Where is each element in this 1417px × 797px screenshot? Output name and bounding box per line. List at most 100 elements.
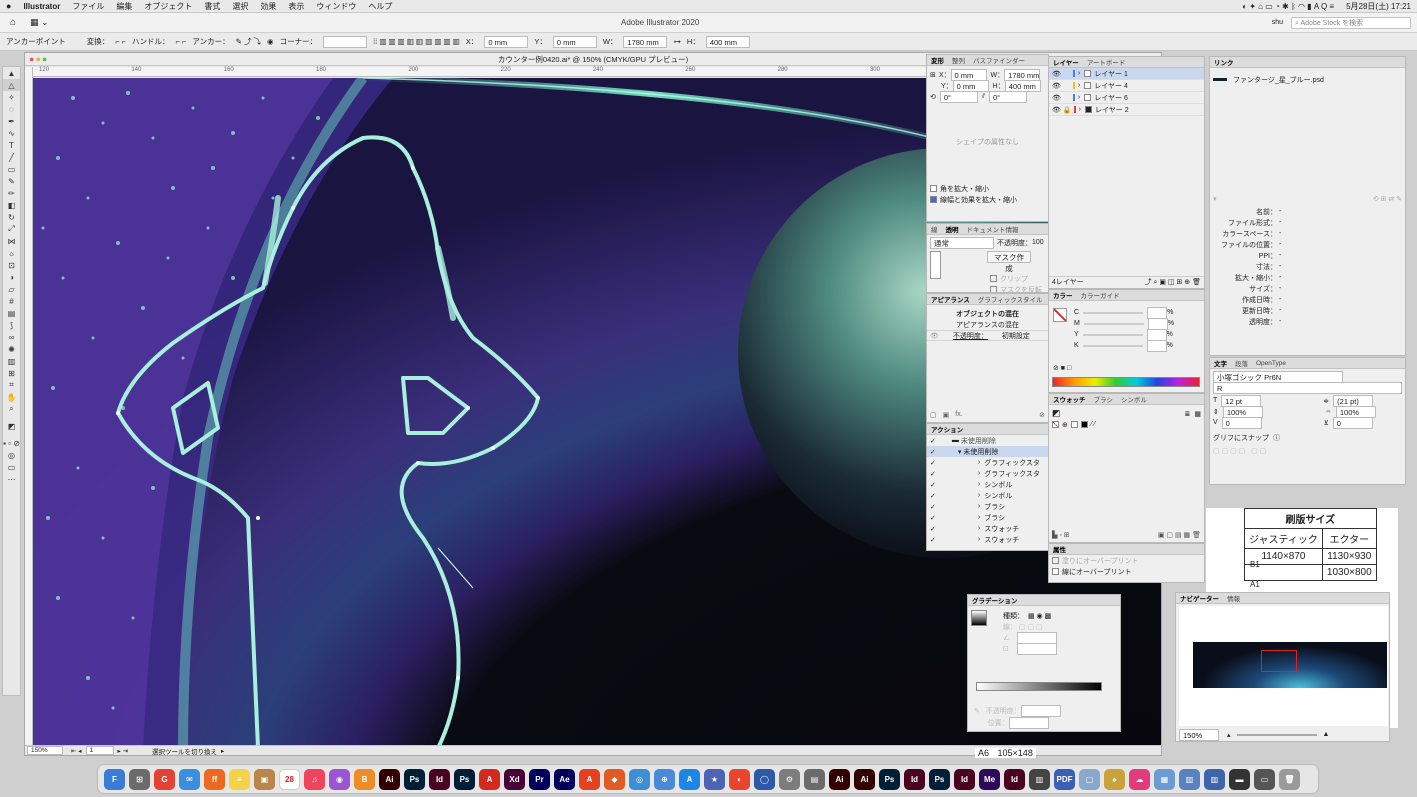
curvature-tool-icon[interactable]: ∿ [3,127,20,139]
snap-options[interactable]: ▢ ▢ ▢ ▢ ▢ ▢ [1210,445,1405,456]
dock-app-icon[interactable]: A [479,768,500,790]
dock-app-icon[interactable]: Ai [854,768,875,790]
tab-stroke[interactable]: 線 [927,224,942,234]
color-spectrum[interactable] [1052,377,1200,387]
magic-wand-icon[interactable]: ✧ [3,91,20,103]
tab-character[interactable]: 文字 [1210,358,1231,368]
transform-shear[interactable]: 0° [989,90,1027,103]
dock-app-icon[interactable]: ▢ [1079,768,1100,790]
dock-app-icon[interactable]: Id [904,768,925,790]
clip-checkbox[interactable] [990,275,997,282]
dock-app-icon[interactable]: ff [204,768,225,790]
blend-tool-icon[interactable]: ∞ [3,331,20,343]
status-text[interactable]: 選択ツールを切り換え [152,746,217,756]
opacity-value[interactable]: 100 [1032,239,1044,246]
dock-app-icon[interactable]: F [104,768,125,790]
status-menu-icon[interactable]: ▸ [221,747,224,755]
dock-app-icon[interactable]: ▥ [1204,768,1225,790]
dock-app-icon[interactable]: Id [954,768,975,790]
dock-app-icon[interactable]: ▥ [1179,768,1200,790]
tab-opentype[interactable]: OpenType [1252,360,1290,367]
artboard-nav-next[interactable]: ▸ ⇥ [118,747,129,755]
dock-app-icon[interactable]: G [154,768,175,790]
action-step[interactable]: ✓ › ブラシ [927,512,1048,523]
scale-tool-icon[interactable]: ⤢ [3,223,20,235]
gradient-opacity[interactable]: ✎ 不透明度： [971,704,1064,717]
mesh-icon[interactable]: # [3,295,20,307]
tab-transform[interactable]: 変形 [927,55,948,65]
eye-icon[interactable]: 👁 [1052,94,1061,102]
dock-app-icon[interactable]: 28 [279,768,300,790]
tab-links[interactable]: リンク [1210,57,1238,67]
dock-app-icon[interactable]: A [579,768,600,790]
swatch-library-icon[interactable]: ▙ ◦ ⊞ [1052,531,1070,539]
k-slider[interactable] [1082,344,1143,347]
rectangle-tool-icon[interactable]: ▭ [3,163,20,175]
user-menu[interactable]: shu [1272,19,1283,26]
new-stroke-icon[interactable]: ▢ [930,411,937,419]
tab-pathfinder[interactable]: パスファインダー [969,55,1029,65]
tab-appearance[interactable]: アピアランス [927,294,974,304]
zoom-slider[interactable] [1236,733,1317,736]
new-fill-icon[interactable]: ▣ [943,411,950,419]
screen-mode-icon[interactable]: ▭ [3,461,20,473]
action-step[interactable]: ✓ › グラフィックスタ [927,457,1048,468]
type-tool-icon[interactable]: T [3,139,20,151]
dock-app-icon[interactable]: ♫ [304,768,325,790]
swatch-none[interactable] [1052,421,1059,428]
zoom-field[interactable]: 150% [27,746,63,755]
font-style-select[interactable]: R [1213,381,1402,394]
chevron-right-icon[interactable]: › [1079,106,1081,113]
warp-tool-icon[interactable]: ☼ [3,247,20,259]
shape-builder-icon[interactable]: ◑ [3,271,20,283]
dock-app-icon[interactable]: Ai [829,768,850,790]
dock-app-icon[interactable]: ◐ [729,768,750,790]
symbol-sprayer-icon[interactable]: ✺ [3,343,20,355]
dock-app-icon[interactable]: Xd [504,768,525,790]
make-mask-button[interactable]: マスク作成 [987,251,1031,273]
dock-app-icon[interactable]: Pr [529,768,550,790]
tab-transparency[interactable]: 透明 [942,224,963,234]
home-icon[interactable]: ⌂ [10,17,16,28]
chevron-right-icon[interactable]: › [1078,82,1080,89]
tab-color-guide[interactable]: カラーガイド [1077,290,1124,300]
tab-doc-info[interactable]: ドキュメント情報 [963,224,1023,234]
graph-tool-icon[interactable]: ▥ [3,355,20,367]
dock-app-icon[interactable]: Ai [379,768,400,790]
free-transform-icon[interactable]: ⊡ [3,259,20,271]
tab-attributes[interactable]: 属性 [1049,544,1070,554]
action-step[interactable]: ✓ › スウォッチ [927,523,1048,534]
layer-row[interactable]: 👁 🔒 › レイヤー 2 [1049,104,1204,116]
chevron-right-icon[interactable]: › [1078,94,1080,101]
gradient-preview[interactable] [971,610,987,626]
tab-paragraph[interactable]: 段落 [1231,358,1252,368]
menu-effect[interactable]: 効果 [254,1,282,12]
dock-app-icon[interactable]: ⊕ [654,768,675,790]
dock-app-icon[interactable]: ▤ [804,768,825,790]
vertical-ruler[interactable] [25,67,33,747]
status-icons[interactable]: ◐ ✦ ⌂ ▭ ◔ ✱ ᛒ ◠ ▮ A Q ≡ [1236,2,1340,11]
dock-app-icon[interactable]: Ae [554,768,575,790]
dock-app-icon[interactable]: ▥ [1029,768,1050,790]
tab-info[interactable]: 情報 [1223,593,1244,603]
k-field[interactable] [1146,339,1167,352]
fx-icon[interactable]: fx. [955,411,962,418]
direct-select-tool-icon[interactable]: △ [3,79,20,91]
swatch-action-icons[interactable]: ▣ ▢ ▤ ▦ 🗑 [1158,531,1201,539]
swatch-pattern[interactable]: ⁄ ⁄ [1091,421,1095,428]
tab-align[interactable]: 整列 [948,55,969,65]
action-step[interactable]: ✓ › ブラシ [927,501,1048,512]
anchor-icon[interactable]: ✎ ⤴ ⤵ [236,36,261,47]
lasso-icon[interactable]: ◌ [3,103,20,115]
overprint-stroke-checkbox[interactable] [1052,568,1059,575]
perspective-icon[interactable]: ▱ [3,283,20,295]
clear-appearance-icon[interactable]: ⊘ [1039,411,1045,419]
menu-edit[interactable]: 編集 [110,1,138,12]
tab-color[interactable]: カラー [1049,290,1077,300]
tab-gradient[interactable]: グラデーション [968,595,1021,605]
visibility-icon[interactable]: 👁 [930,332,939,340]
dock-app-icon[interactable]: 🗑 [1279,768,1300,790]
kerning-field[interactable]: 0 [1221,416,1262,429]
artboard-tool-icon[interactable]: ⊞ [3,367,20,379]
slice-tool-icon[interactable]: ⌗ [3,379,20,391]
